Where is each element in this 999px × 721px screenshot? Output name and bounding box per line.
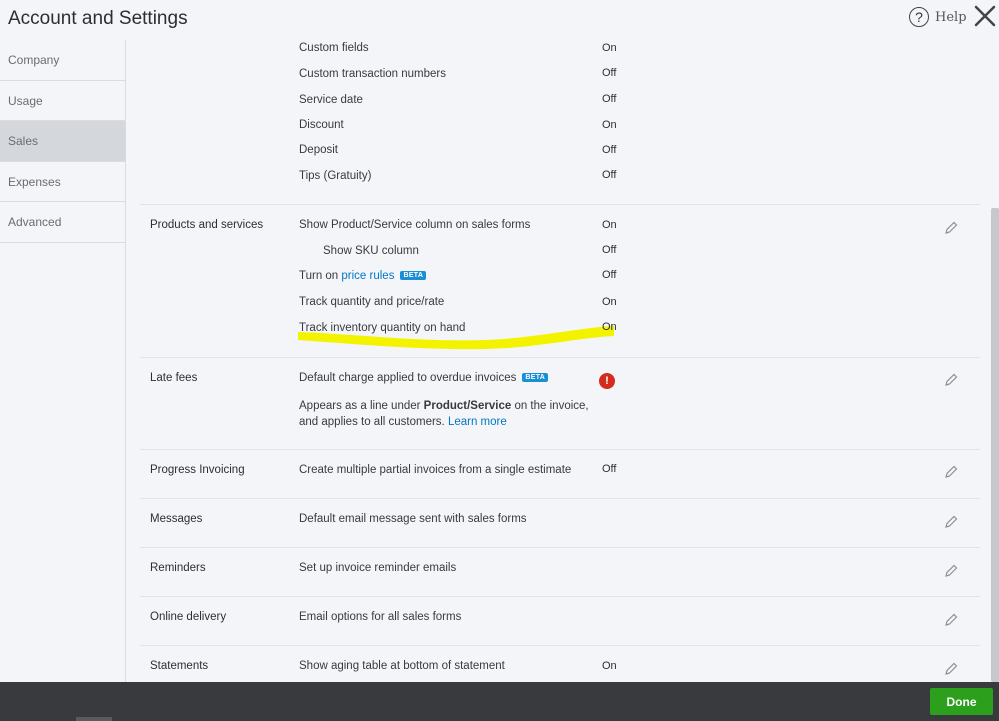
late-fee-desc-part2: on the invoice, bbox=[511, 400, 589, 412]
section-divider bbox=[140, 357, 980, 358]
sidebar: Company Usage Sales Expenses Advanced bbox=[0, 40, 126, 682]
setting-label-custom-transaction-numbers: Custom transaction numbers bbox=[299, 68, 447, 80]
beta-badge: BETA bbox=[522, 373, 549, 383]
pencil-icon[interactable] bbox=[943, 372, 959, 388]
pencil-icon[interactable] bbox=[943, 661, 959, 677]
pencil-icon[interactable] bbox=[943, 563, 959, 579]
beta-badge: BETA bbox=[400, 271, 427, 281]
page-title: Account and Settings bbox=[8, 8, 188, 29]
setting-label-show-sku: Show SKU column bbox=[323, 245, 419, 257]
setting-value-tips: Off bbox=[602, 169, 617, 181]
setting-label-track-quantity-price: Track quantity and price/rate bbox=[299, 296, 445, 308]
late-fee-desc-part1: Appears as a line under bbox=[299, 400, 424, 412]
pencil-icon[interactable] bbox=[943, 514, 959, 530]
setting-value-price-rules: Off bbox=[602, 269, 617, 281]
sidebar-item-expenses[interactable]: Expenses bbox=[0, 162, 125, 202]
setting-label-online-delivery: Email options for all sales forms bbox=[299, 611, 462, 623]
sidebar-item-sales[interactable]: Sales bbox=[0, 121, 125, 162]
section-title-late-fees: Late fees bbox=[150, 372, 198, 384]
section-title-online-delivery: Online delivery bbox=[150, 611, 227, 623]
setting-value-custom-fields: On bbox=[602, 42, 617, 54]
help-label: Help bbox=[935, 9, 967, 25]
setting-label-progress-invoicing: Create multiple partial invoices from a … bbox=[299, 464, 572, 476]
price-rules-link[interactable]: price rules bbox=[341, 270, 394, 282]
section-title-reminders: Reminders bbox=[150, 562, 206, 574]
section-title-messages: Messages bbox=[150, 513, 203, 525]
late-fee-description-line1: Appears as a line under Product/Service … bbox=[299, 400, 589, 412]
sidebar-item-advanced[interactable]: Advanced bbox=[0, 202, 125, 243]
setting-label-tips: Tips (Gratuity) bbox=[299, 170, 372, 182]
late-fee-description-line2: and applies to all customers. Learn more bbox=[299, 416, 507, 428]
late-fee-desc-bold: Product/Service bbox=[423, 400, 512, 412]
setting-label-reminders: Set up invoice reminder emails bbox=[299, 562, 457, 574]
price-rules-prefix: Turn on bbox=[299, 270, 342, 282]
setting-label-messages: Default email message sent with sales fo… bbox=[299, 513, 527, 525]
setting-label-service-date: Service date bbox=[299, 94, 363, 106]
pencil-icon[interactable] bbox=[943, 464, 959, 480]
section-divider bbox=[140, 449, 980, 450]
setting-value-track-inventory: On bbox=[602, 321, 617, 333]
header: Account and Settings ? Help bbox=[0, 0, 999, 40]
setting-value-track-quantity-price: On bbox=[602, 296, 617, 308]
close-icon[interactable] bbox=[974, 5, 996, 27]
late-fee-desc-part3: and applies to all customers. bbox=[299, 416, 448, 428]
help-icon: ? bbox=[909, 7, 929, 27]
sidebar-item-company[interactable]: Company bbox=[0, 40, 125, 81]
setting-value-deposit: Off bbox=[602, 144, 617, 156]
section-divider bbox=[140, 596, 980, 597]
section-title-statements: Statements bbox=[150, 660, 209, 672]
setting-value-progress-invoicing: Off bbox=[602, 463, 617, 475]
setting-label-late-fee-charge: Default charge applied to overdue invoic… bbox=[299, 372, 549, 384]
setting-label-statements: Show aging table at bottom of statement bbox=[299, 660, 505, 672]
setting-value-discount: On bbox=[602, 119, 617, 131]
section-divider bbox=[140, 547, 980, 548]
scrollbar[interactable] bbox=[991, 208, 999, 682]
help-button[interactable]: ? Help bbox=[909, 7, 967, 27]
footer: Done bbox=[0, 682, 999, 721]
setting-label-deposit: Deposit bbox=[299, 144, 338, 156]
late-fee-label: Default charge applied to overdue invoic… bbox=[299, 372, 517, 384]
setting-label-discount: Discount bbox=[299, 119, 344, 131]
pencil-icon[interactable] bbox=[943, 220, 959, 236]
section-divider bbox=[140, 204, 980, 205]
pencil-icon[interactable] bbox=[943, 612, 959, 628]
setting-label-custom-fields: Custom fields bbox=[299, 42, 369, 54]
alert-icon: ! bbox=[599, 373, 615, 389]
learn-more-link[interactable]: Learn more bbox=[448, 416, 507, 428]
sidebar-item-usage[interactable]: Usage bbox=[0, 81, 125, 121]
setting-value-custom-transaction-numbers: Off bbox=[602, 67, 617, 79]
done-button[interactable]: Done bbox=[930, 688, 993, 715]
footer-tab bbox=[76, 717, 112, 721]
setting-value-show-product-column: On bbox=[602, 219, 617, 231]
section-title-progress-invoicing: Progress Invoicing bbox=[150, 464, 245, 476]
setting-value-statements: On bbox=[602, 660, 617, 672]
setting-label-track-inventory: Track inventory quantity on hand bbox=[299, 322, 466, 334]
setting-label-price-rules: Turn on price rules BETA bbox=[299, 270, 427, 282]
section-title-products: Products and services bbox=[150, 219, 264, 231]
setting-value-show-sku: Off bbox=[602, 244, 617, 256]
setting-value-service-date: Off bbox=[602, 93, 617, 105]
setting-label-show-product-column: Show Product/Service column on sales for… bbox=[299, 219, 531, 231]
section-divider bbox=[140, 498, 980, 499]
section-divider bbox=[140, 645, 980, 646]
